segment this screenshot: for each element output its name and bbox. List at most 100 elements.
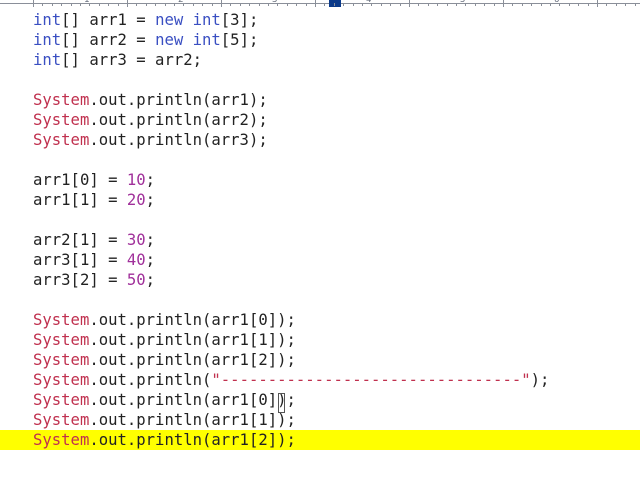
code-line[interactable]: arr3[2] = 50; xyxy=(0,270,640,290)
ruler-tick xyxy=(531,3,532,6)
ruler-tick xyxy=(108,3,109,6)
code-token: .out.println(arr3); xyxy=(89,131,268,149)
code-token: System xyxy=(33,111,90,129)
ruler-tick xyxy=(240,3,241,6)
code-token: .out.println( xyxy=(89,371,212,389)
code-line-text: int[] arr3 = arr2; xyxy=(33,50,202,70)
code-line[interactable]: int[] arr3 = arr2; xyxy=(0,50,640,70)
code-line[interactable] xyxy=(0,150,640,170)
ruler-tick xyxy=(315,0,316,7)
code-token: .out.println(arr1[0]); xyxy=(89,311,296,329)
ruler-baseline xyxy=(0,3,640,4)
code-token: 50 xyxy=(126,271,146,289)
ruler-tick xyxy=(588,3,589,6)
ruler-tick xyxy=(616,3,617,6)
code-line-text: System.out.println(arr1[1]); xyxy=(33,410,296,430)
ruler-tick xyxy=(52,3,53,6)
ruler-tick xyxy=(146,3,147,6)
code-line[interactable]: arr2[1] = 30; xyxy=(0,230,640,250)
ruler-tick xyxy=(418,3,419,6)
ruler-column-number: 4 xyxy=(366,0,372,5)
code-line[interactable]: System.out.println(arr1[1]); xyxy=(0,330,640,350)
ruler-tick xyxy=(324,3,325,6)
code-line-text: System.out.println(arr2); xyxy=(33,110,268,130)
ruler-tick xyxy=(118,3,119,6)
code-line[interactable]: System.out.println(arr1[0]); xyxy=(0,390,640,410)
ruler-tick xyxy=(635,3,636,6)
ruler-tick xyxy=(494,3,495,6)
ruler-column-number: 5 xyxy=(460,0,466,5)
ruler-tick xyxy=(400,3,401,6)
code-token: arr1[0] = xyxy=(33,171,127,189)
code-line-text: System.out.println(arr1); xyxy=(33,90,268,110)
ruler-tick xyxy=(390,3,391,6)
code-line[interactable]: System.out.println(arr3); xyxy=(0,130,640,150)
code-token: [5]; xyxy=(220,31,259,49)
code-line-text: System.out.println(arr1[2]); xyxy=(33,350,296,370)
code-line[interactable]: System.out.println(arr1[0]); xyxy=(0,310,640,330)
code-line[interactable] xyxy=(0,210,640,230)
ruler-tick xyxy=(155,3,156,6)
ruler-tick xyxy=(221,0,222,7)
ruler-tick xyxy=(99,3,100,6)
ruler-tick xyxy=(202,3,203,6)
code-line[interactable]: arr1[1] = 20; xyxy=(0,190,640,210)
code-token: .out.println(arr1[1]); xyxy=(89,331,296,349)
code-line-text: System.out.println(arr1[2]); xyxy=(33,430,296,450)
ruler-tick xyxy=(80,3,81,6)
code-token: int xyxy=(33,31,62,49)
code-line[interactable]: System.out.println(arr2); xyxy=(0,110,640,130)
code-line-text: System.out.println("--------------------… xyxy=(33,370,549,390)
code-token: System xyxy=(33,311,90,329)
code-line[interactable]: System.out.println(arr1[1]); xyxy=(0,410,640,430)
ruler-column-number: 1 xyxy=(84,0,90,5)
code-line[interactable]: System.out.println(arr1); xyxy=(0,90,640,110)
code-token: 20 xyxy=(126,191,146,209)
code-line[interactable]: arr1[0] = 10; xyxy=(0,170,640,190)
code-line-text: arr3[1] = 40; xyxy=(33,250,155,270)
code-line[interactable] xyxy=(0,70,640,90)
code-token: .out.println(arr1[2]); xyxy=(89,431,296,449)
ruler-tick xyxy=(447,3,448,6)
ruler-tick xyxy=(165,3,166,6)
code-line[interactable]: System.out.println("--------------------… xyxy=(0,370,640,390)
ruler-tick xyxy=(71,3,72,6)
ruler-tick xyxy=(569,3,570,6)
code-line-text: arr1[1] = 20; xyxy=(33,190,155,210)
current-code-line[interactable]: System.out.println(arr1[2]); xyxy=(0,430,640,450)
code-line[interactable] xyxy=(0,290,640,310)
ruler-tick xyxy=(409,0,410,7)
code-editor[interactable]: int[] arr1 = new int[3]; int[] arr2 = new… xyxy=(0,10,640,480)
code-token: System xyxy=(33,431,90,449)
code-token: System xyxy=(33,411,90,429)
ruler-tick xyxy=(353,3,354,6)
ruler-tick xyxy=(268,3,269,6)
column-ruler: 1 2 3 4 5 6 xyxy=(0,0,640,9)
ruler-tick xyxy=(428,3,429,6)
code-token: .out.println(arr1[0]); xyxy=(89,391,296,409)
code-line-text: System.out.println(arr1[0]); xyxy=(33,310,296,330)
ruler-tick xyxy=(306,3,307,6)
ruler-tick xyxy=(541,3,542,6)
ruler-column-number: 6 xyxy=(554,0,560,5)
code-token: .out.println(arr1[1]); xyxy=(89,411,296,429)
code-line[interactable]: int[] arr1 = new int[3]; xyxy=(0,10,640,30)
code-token: ); xyxy=(530,371,550,389)
code-line[interactable]: int[] arr2 = new int[5]; xyxy=(0,30,640,50)
code-line-text: arr1[0] = 10; xyxy=(33,170,155,190)
code-line[interactable]: System.out.println(arr1[2]); xyxy=(0,350,640,370)
ruler-tick xyxy=(212,3,213,6)
code-token: arr3[1] = xyxy=(33,251,127,269)
ruler-column-number: 2 xyxy=(178,0,184,5)
code-token: arr3[2] = xyxy=(33,271,127,289)
code-token: System xyxy=(33,371,90,389)
ruler-tick xyxy=(503,0,504,7)
code-token: .out.println(arr2); xyxy=(89,111,268,129)
code-line[interactable]: arr3[1] = 40; xyxy=(0,250,640,270)
code-token: int xyxy=(192,31,221,49)
code-token: ; xyxy=(145,171,156,189)
code-token: new xyxy=(155,31,184,49)
code-line-text: System.out.println(arr3); xyxy=(33,130,268,150)
ruler-tick xyxy=(625,3,626,6)
ruler-tick xyxy=(484,3,485,6)
